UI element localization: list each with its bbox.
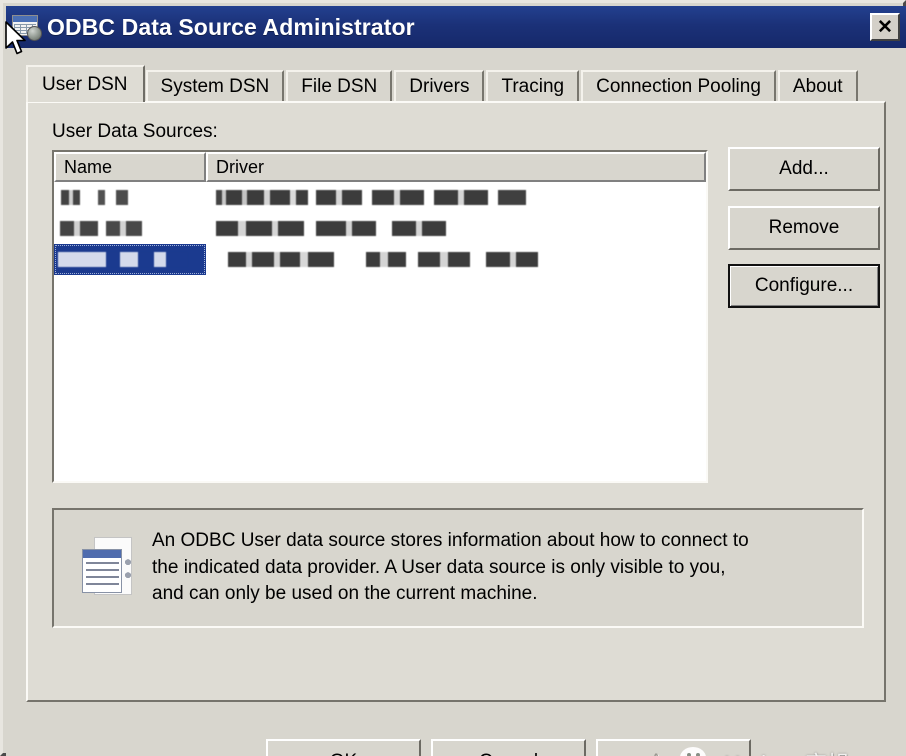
close-button[interactable]: ✕ (870, 13, 900, 41)
odbc-admin-window: ODBC Data Source Administrator ✕ User DS… (0, 0, 906, 756)
tab-system-dsn[interactable]: System DSN (145, 70, 285, 102)
apply-button: Apply (596, 739, 751, 756)
screenshot-root: ODBC Data Source Administrator ✕ User DS… (0, 0, 906, 756)
window-title: ODBC Data Source Administrator (47, 13, 415, 40)
row-driver-cell-redacted (206, 244, 706, 275)
table-row[interactable] (54, 213, 706, 244)
list-body (54, 182, 706, 481)
data-sources-list[interactable]: Name Driver (52, 150, 708, 483)
tab-connection-pooling[interactable]: Connection Pooling (581, 70, 776, 102)
tab-file-dsn[interactable]: File DSN (286, 70, 393, 102)
table-row-selected[interactable] (54, 244, 706, 275)
tab-tracing[interactable]: Tracing (486, 70, 580, 102)
tab-drivers[interactable]: Drivers (394, 70, 485, 102)
column-header-name[interactable]: Name (54, 152, 206, 182)
tab-about[interactable]: About (777, 70, 858, 102)
column-header-driver[interactable]: Driver (206, 152, 706, 182)
cancel-button[interactable]: Cancel (431, 739, 586, 756)
remove-button[interactable]: Remove (728, 206, 880, 250)
odbc-admin-icon (12, 15, 42, 41)
table-row[interactable] (54, 182, 706, 213)
info-panel: An ODBC User data source stores informat… (52, 508, 864, 628)
user-data-sources-label: User Data Sources: (52, 121, 218, 142)
add-button[interactable]: Add... (728, 147, 880, 191)
configure-button[interactable]: Configure... (728, 264, 880, 308)
list-header-row: Name Driver (54, 152, 706, 182)
row-driver-cell-redacted (206, 182, 706, 213)
row-name-cell-redacted (54, 182, 206, 213)
ok-button[interactable]: OK (266, 739, 421, 756)
info-panel-text: An ODBC User data source stores informat… (152, 529, 749, 605)
row-name-cell-redacted (54, 244, 206, 275)
row-name-cell-redacted (54, 213, 206, 244)
tab-page-user-dsn: User Data Sources: Name Driver Add... Re… (26, 101, 886, 702)
tab-user-dsn[interactable]: User DSN (26, 65, 145, 102)
tab-strip: User DSN System DSN File DSN Drivers Tra… (26, 65, 860, 102)
data-source-document-icon (82, 537, 134, 599)
client-area: User DSN System DSN File DSN Drivers Tra… (6, 48, 906, 756)
title-bar: ODBC Data Source Administrator ✕ (6, 6, 906, 48)
row-driver-cell-redacted (206, 213, 706, 244)
